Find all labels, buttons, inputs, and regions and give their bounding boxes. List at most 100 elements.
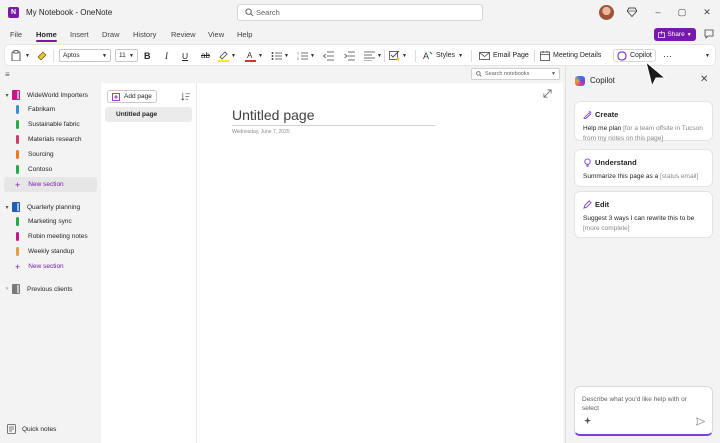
section-weekly-standup[interactable]: Weekly standup (0, 244, 100, 259)
copilot-prompt-input[interactable]: Describe what you'd like help with or se… (574, 386, 713, 436)
copilot-card-edit[interactable]: Edit Suggest 3 ways I can rewrite this t… (574, 191, 713, 238)
tab-review[interactable]: Review (171, 30, 196, 39)
strikethrough-button[interactable]: ab (201, 49, 210, 62)
chevron-down-icon: ▼ (551, 71, 556, 77)
email-page-button[interactable]: Email Page (479, 49, 529, 62)
copilot-card-understand[interactable]: Understand Summarize this page as a [sta… (574, 149, 713, 187)
card-text: Suggest 3 ways I can rewrite this to be (583, 215, 695, 222)
new-section-button[interactable]: + New section (0, 259, 100, 274)
chevron-down-icon: ▼ (310, 52, 315, 59)
bullets-button[interactable]: ▼ (271, 49, 289, 62)
page-item-untitled[interactable]: Untitled page (105, 107, 192, 122)
tab-draw[interactable]: Draw (102, 30, 120, 39)
hamburger-menu-icon[interactable]: ≡ (5, 70, 10, 79)
card-text: Help me plan (583, 125, 622, 132)
notebook-quarterly-planning[interactable]: ▾ Quarterly planning (0, 199, 100, 215)
notebook-previous-clients[interactable]: › Previous clients (0, 281, 100, 297)
maximize-icon[interactable]: ▢ (676, 6, 688, 18)
new-section-label: New section (28, 181, 64, 188)
page-canvas[interactable]: Untitled page Wednesday, June 7, 2025 (197, 83, 563, 443)
minimize-icon[interactable]: – (652, 6, 664, 18)
bold-button[interactable]: B (144, 49, 151, 62)
format-painter-button[interactable] (37, 49, 47, 62)
align-left-icon (364, 51, 375, 61)
new-section-label: New section (28, 263, 64, 270)
tab-insert[interactable]: Insert (70, 30, 89, 39)
page-title[interactable]: Untitled page (232, 107, 315, 123)
paste-button[interactable]: ▼ (11, 49, 30, 62)
avatar[interactable] (599, 5, 614, 20)
chevron-down-icon: ▼ (129, 52, 134, 59)
font-family-select[interactable]: Aptos ▼ (59, 49, 111, 62)
section-marketing-sync[interactable]: Marketing sync (0, 214, 100, 229)
section-sustainable-fabric[interactable]: Sustainable fabric (0, 117, 100, 132)
section-label: Robin meeting notes (28, 233, 88, 240)
card-body: Suggest 3 ways I can rewrite this to be … (583, 214, 707, 233)
title-bar: N My Notebook - OneNote Search – ▢ ✕ (0, 0, 720, 25)
copilot-ribbon-label: Copilot (630, 52, 652, 59)
tag-button[interactable]: ▼ (389, 49, 407, 62)
feedback-icon[interactable] (704, 29, 714, 39)
chevron-down-icon: ▼ (284, 52, 289, 59)
chevron-down-icon: ▼ (686, 31, 692, 38)
card-body: Summarize this page as a [status email] (583, 172, 707, 182)
section-sourcing[interactable]: Sourcing (0, 147, 100, 162)
align-button[interactable]: ▼ (364, 49, 382, 62)
share-button[interactable]: Share ▼ (654, 28, 696, 41)
page-list-pane: Add page Untitled page (101, 83, 197, 443)
diamond-icon[interactable] (627, 7, 637, 17)
search-notebooks-placeholder: Search notebooks (485, 71, 530, 77)
highlight-button[interactable]: ▼ (218, 49, 236, 62)
tab-history[interactable]: History (133, 30, 156, 39)
tab-view[interactable]: View (208, 30, 224, 39)
add-page-icon (112, 92, 120, 101)
section-contoso[interactable]: Contoso (0, 162, 100, 177)
styles-label: Styles (436, 52, 456, 59)
section-fabrikam[interactable]: Fabrikam (0, 102, 100, 117)
checkbox-tag-icon (389, 50, 400, 61)
notebook-wideworld[interactable]: ▾ WideWorld Importers (0, 87, 100, 103)
plus-icon: + (15, 179, 21, 190)
quick-notes-button[interactable]: Quick notes (7, 424, 56, 434)
italic-button[interactable]: I (165, 49, 168, 62)
indent-icon (344, 51, 355, 60)
section-materials-research[interactable]: Materials research (0, 132, 100, 147)
notebook-icon (12, 284, 20, 294)
font-size-select[interactable]: 11 ▼ (115, 49, 138, 62)
chevron-down-icon: ▼ (377, 52, 382, 59)
font-color-button[interactable]: A ▼ (245, 49, 263, 62)
outdent-icon (323, 51, 334, 60)
copilot-icon (617, 50, 627, 61)
notebook-icon (12, 202, 20, 212)
close-icon[interactable]: ✕ (701, 6, 713, 18)
ribbon: ▼ Aptos ▼ 11 ▼ B I U ab ▼ A ▼ ▼ 12 ▼ ▼ ▼ A… (4, 44, 716, 66)
meeting-details-button[interactable]: Meeting Details (540, 49, 601, 62)
increase-indent-button[interactable] (344, 49, 355, 62)
tab-home[interactable]: Home (36, 30, 57, 39)
sort-icon[interactable] (181, 92, 190, 101)
format-painter-icon (37, 51, 47, 60)
close-icon[interactable]: ✕ (700, 74, 708, 85)
section-robin-meeting-notes[interactable]: Robin meeting notes (0, 229, 100, 244)
copilot-card-create[interactable]: Create Help me plan [for a team offsite … (574, 101, 713, 142)
tab-help[interactable]: Help (237, 30, 252, 39)
underline-button[interactable]: U (182, 49, 188, 62)
copilot-title: Copilot (590, 76, 615, 85)
onenote-logo-icon: N (8, 7, 19, 18)
numbering-button[interactable]: 12 ▼ (297, 49, 315, 62)
styles-button[interactable]: A Styles ▼ (423, 49, 463, 62)
notebook-icon (12, 90, 20, 100)
search-box[interactable]: Search (237, 4, 483, 21)
notebook-name: Quarterly planning (27, 203, 81, 211)
add-page-button[interactable]: Add page (107, 90, 157, 103)
tab-file[interactable]: File (10, 30, 22, 39)
expand-icon[interactable] (543, 89, 552, 98)
sparkle-icon[interactable] (584, 417, 593, 426)
send-icon[interactable] (696, 417, 705, 426)
search-notebooks-input[interactable]: Search notebooks ▼ (471, 68, 560, 80)
decrease-indent-button[interactable] (323, 49, 334, 62)
chevron-down-icon: ▼ (102, 52, 107, 59)
new-section-button[interactable]: + New section (4, 177, 97, 192)
ribbon-collapse-icon[interactable]: ▼ (705, 49, 710, 62)
quick-notes-label: Quick notes (22, 425, 57, 433)
